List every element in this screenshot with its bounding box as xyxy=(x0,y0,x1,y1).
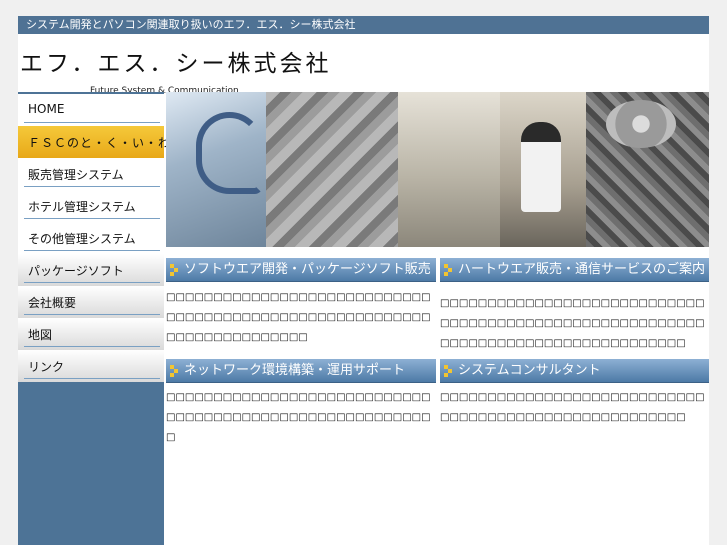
sidebar-item-other-management[interactable]: その他管理システム xyxy=(18,222,164,254)
section-heading-software[interactable]: ソフトウエア開発・パッケージソフト販売 xyxy=(166,258,436,282)
sidebar-item-label: 地図 xyxy=(28,328,53,342)
divider xyxy=(24,314,160,315)
sidebar-item-label: リンク xyxy=(28,360,65,374)
office-worker-photo xyxy=(500,92,586,247)
sidebar-item-package-software[interactable]: パッケージソフト xyxy=(18,254,164,286)
sidebar-item-map[interactable]: 地図 xyxy=(18,318,164,350)
circuit-board-photo xyxy=(586,92,709,247)
sidebar-item-label: 販売管理システム xyxy=(28,168,124,182)
section-title: ハートウエア販売・通信サービスのご案内 xyxy=(458,262,706,277)
site-tagline-bar: システム開発とパソコン関連取り扱いのエフ．エス．シー株式会社 xyxy=(18,16,709,34)
divider xyxy=(24,378,160,379)
sidebar-item-fsc-tokuiwaza[interactable]: ＦＳＣのと・く・い・わ・ざ xyxy=(18,126,196,158)
bullet-icon xyxy=(170,264,180,276)
sidebar-item-label: その他管理システム xyxy=(28,232,136,246)
sidebar-item-sales-management[interactable]: 販売管理システム xyxy=(18,158,164,190)
divider xyxy=(24,122,160,123)
computer-terminal-photo xyxy=(398,92,500,247)
section-body-hardware: □□□□□□□□□□□□□□□□□□□□□□□□□□□□□□□□□□□□□□□□… xyxy=(440,298,705,349)
section-heading-network[interactable]: ネットワーク環境構築・運用サポート xyxy=(166,359,436,383)
section-body-network: □□□□□□□□□□□□□□□□□□□□□□□□□□□□□□□□□□□□□□□□… xyxy=(166,392,431,443)
company-logo[interactable]: エフ．エス．シー株式会社 xyxy=(20,44,332,78)
section-heading-consulting[interactable]: システムコンサルタント xyxy=(440,359,709,383)
divider xyxy=(24,186,160,187)
sidebar-item-label: パッケージソフト xyxy=(28,264,124,278)
divider xyxy=(24,250,160,251)
sidebar-item-hotel-management[interactable]: ホテル管理システム xyxy=(18,190,164,222)
sidebar-item-home[interactable]: HOME xyxy=(18,94,164,126)
cable-shape xyxy=(196,112,263,194)
person-shape xyxy=(521,122,561,212)
sidebar-item-company-profile[interactable]: 会社概要 xyxy=(18,286,164,318)
sidebar-nav: HOME ＦＳＣのと・く・い・わ・ざ 販売管理システム ホテル管理システム その… xyxy=(18,92,196,545)
section-body-software: □□□□□□□□□□□□□□□□□□□□□□□□□□□□□□□□□□□□□□□□… xyxy=(166,292,431,343)
page-frame: システム開発とパソコン関連取り扱いのエフ．エス．シー株式会社 エフ．エス．シー株… xyxy=(18,16,709,545)
divider xyxy=(24,218,160,219)
section-body-consulting: □□□□□□□□□□□□□□□□□□□□□□□□□□□□□□□□□□□□□□□□… xyxy=(440,392,705,423)
sidebar-item-label: 会社概要 xyxy=(28,296,77,310)
sidebar-item-links[interactable]: リンク xyxy=(18,350,164,382)
bullet-icon xyxy=(444,365,454,377)
keyboard-photo xyxy=(266,92,398,247)
section-title: ソフトウエア開発・パッケージソフト販売 xyxy=(184,262,431,277)
divider xyxy=(24,282,160,283)
sidebar-item-label: HOME xyxy=(28,102,65,116)
divider xyxy=(24,346,160,347)
section-title: ネットワーク環境構築・運用サポート xyxy=(184,363,406,378)
hard-disk-shape xyxy=(606,100,676,148)
bullet-icon xyxy=(170,365,180,377)
network-cable-photo xyxy=(166,92,266,247)
section-title: システムコンサルタント xyxy=(458,363,601,378)
sidebar-item-label: ホテル管理システム xyxy=(28,200,136,214)
site-header: エフ．エス．シー株式会社 Future System & Communicati… xyxy=(18,34,709,96)
section-heading-hardware[interactable]: ハートウエア販売・通信サービスのご案内 xyxy=(440,258,709,282)
bullet-icon xyxy=(444,264,454,276)
hero-photo-collage xyxy=(166,92,709,247)
